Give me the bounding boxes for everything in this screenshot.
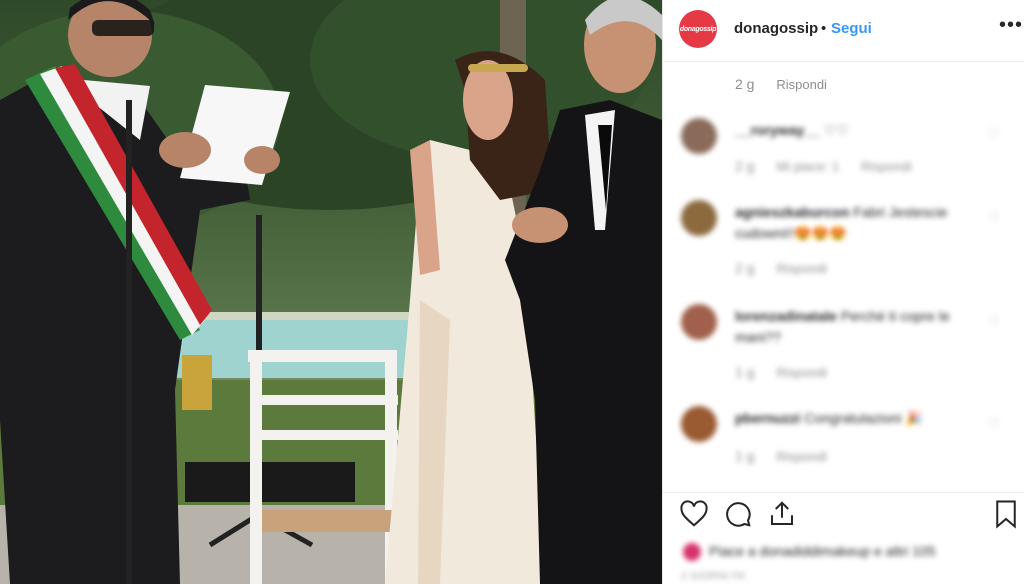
commenter-username[interactable]: __roryway__	[735, 122, 820, 138]
comment-meta: 2 g Rispondi	[735, 76, 827, 92]
commenter-username[interactable]: agnieszkaburcon	[735, 204, 849, 220]
comment-text: __roryway__ ♡♡	[735, 120, 985, 141]
avatar-logo-text: donagossip	[679, 25, 717, 33]
reply-button[interactable]: Rispondi	[776, 449, 827, 464]
post-photo[interactable]	[0, 0, 662, 584]
share-icon[interactable]	[767, 499, 797, 529]
commenter-avatar[interactable]	[681, 118, 717, 154]
post-actions: Piace a donadiddimakeup e altri 105 2 GI…	[663, 492, 1024, 584]
comment-time: 2 g	[735, 260, 755, 276]
comment-body: Congratulazioni 🎉	[804, 410, 923, 426]
heart-icon[interactable]: ♡	[988, 210, 1000, 226]
comment-text: agnieszkaburcon Fabri Jestescie cudowni!…	[735, 202, 985, 244]
follow-button[interactable]: Segui	[831, 20, 872, 37]
post-header: donagossip donagossip • Segui •••	[663, 0, 1024, 62]
comment-time: 1 g	[735, 364, 755, 380]
avatar[interactable]: donagossip	[679, 10, 717, 48]
comment-body: ♡♡	[823, 122, 849, 138]
comment-meta: 2 g Rispondi	[735, 260, 827, 276]
reply-button[interactable]: Rispondi	[776, 261, 827, 276]
commenter-avatar[interactable]	[681, 406, 717, 442]
wedding-photo-illustration	[0, 0, 662, 584]
heart-icon[interactable]: ♡	[988, 314, 1000, 330]
heart-icon[interactable]	[679, 499, 709, 529]
comment-meta: 1 g Rispondi	[735, 448, 827, 464]
separator-dot: •	[821, 20, 827, 37]
reply-button[interactable]: Rispondi	[776, 77, 827, 92]
username-link[interactable]: donagossip	[734, 20, 818, 37]
reply-button[interactable]: Rispondi	[776, 365, 827, 380]
reply-button[interactable]: Rispondi	[861, 159, 912, 174]
comment-time: 1 g	[735, 448, 755, 464]
liker-avatar[interactable]	[683, 543, 701, 561]
commenter-avatar[interactable]	[681, 304, 717, 340]
likes-text[interactable]: Piace a donadiddimakeup e altri 105	[709, 543, 936, 559]
bookmark-icon[interactable]	[993, 499, 1019, 529]
comment-icon[interactable]	[723, 499, 753, 529]
heart-icon[interactable]: ♡	[988, 416, 1000, 432]
commenter-username[interactable]: lorenzadinatale	[735, 308, 837, 324]
comment-meta: 1 g Rispondi	[735, 364, 827, 380]
heart-icon[interactable]: ♡	[988, 126, 1000, 142]
comment-text: lorenzadinatale Perché ti copre le mani?…	[735, 306, 985, 348]
commenter-username[interactable]: pbernuzzi	[735, 410, 800, 426]
comment-time: 2 g	[735, 158, 755, 174]
comment-time: 2 g	[735, 76, 755, 92]
comments-list[interactable]: 2 g Rispondi __roryway__ ♡♡ ♡ 2 g Mi pia…	[663, 62, 1024, 492]
likes-count[interactable]: Mi piace: 1	[776, 159, 839, 174]
post-date: 2 GIORNI FA	[681, 571, 746, 582]
comment-meta: 2 g Mi piace: 1 Rispondi	[735, 158, 912, 174]
post-sidebar: donagossip donagossip • Segui ••• 2 g Ri…	[662, 0, 1024, 584]
comment-text: pbernuzzi Congratulazioni 🎉	[735, 408, 985, 429]
commenter-avatar[interactable]	[681, 200, 717, 236]
more-icon[interactable]: •••	[999, 14, 1023, 37]
